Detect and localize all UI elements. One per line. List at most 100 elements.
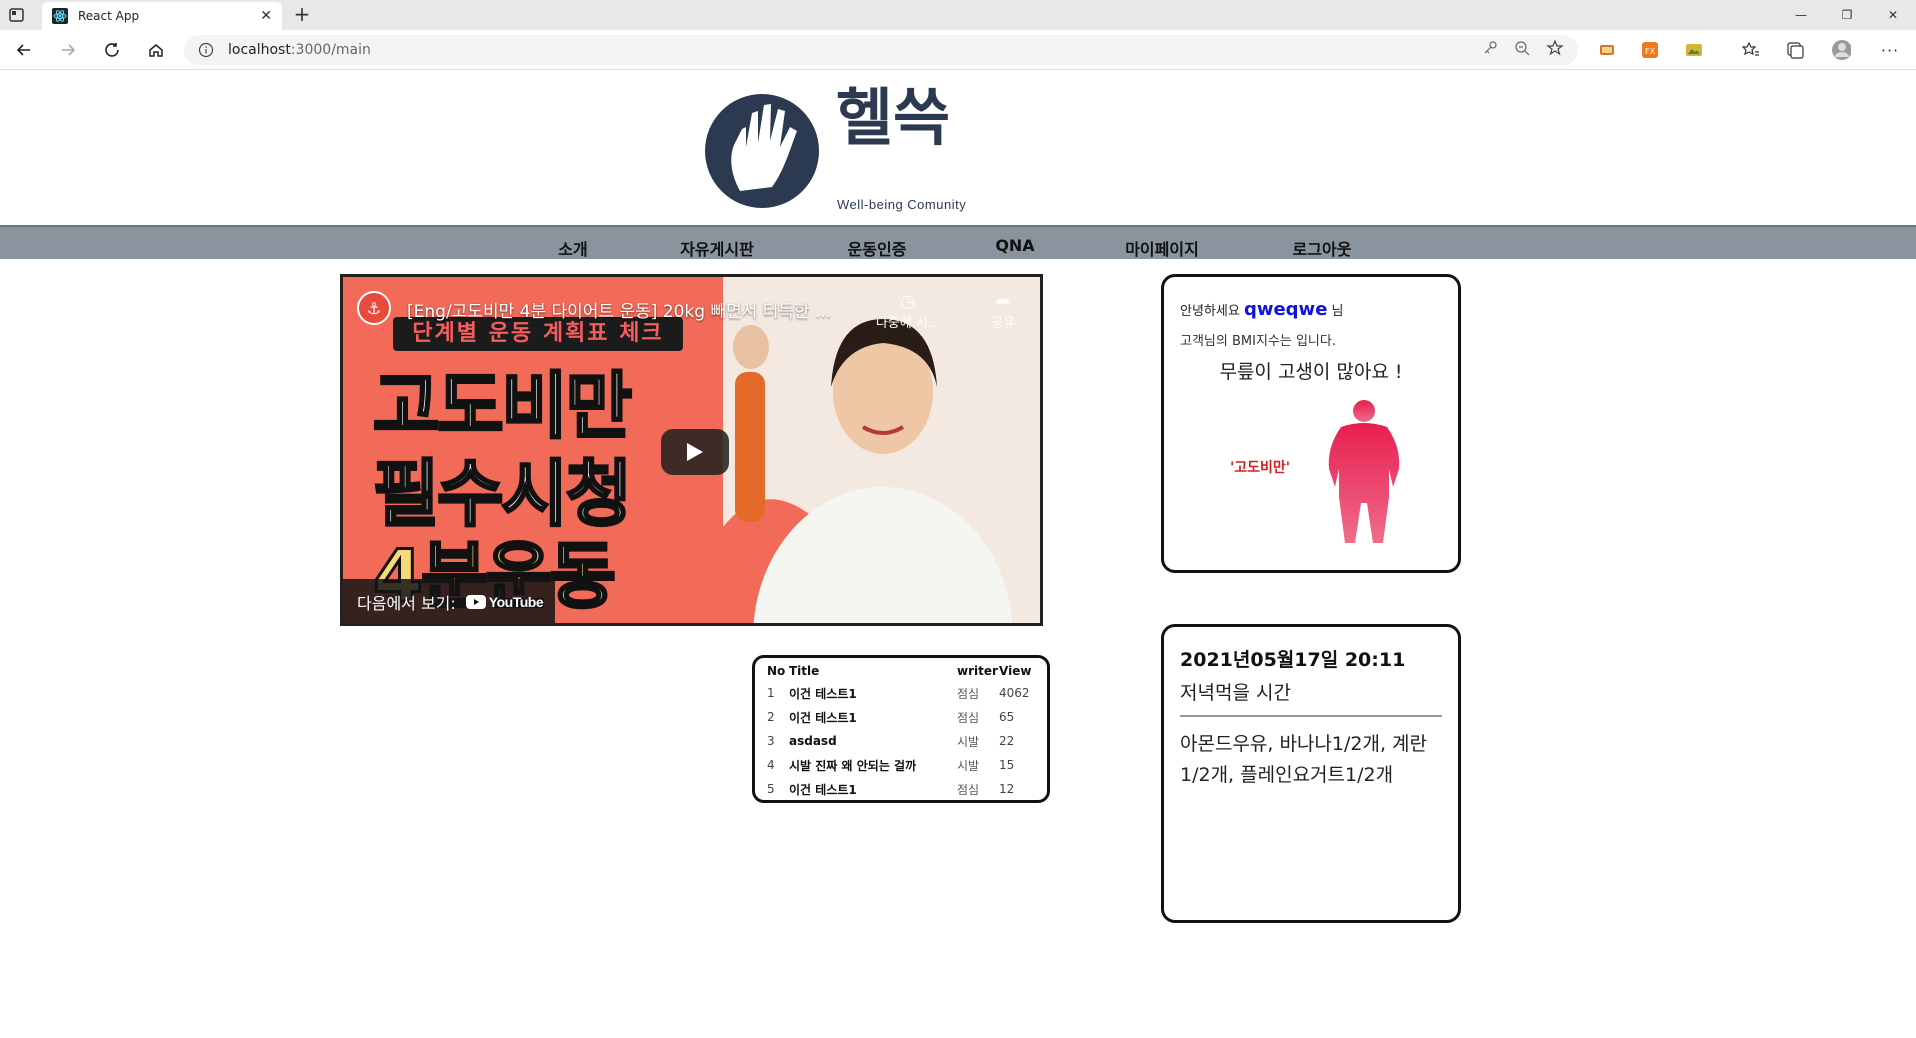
meal-subtitle: 저녁먹을 시간 <box>1180 678 1442 717</box>
nav-item-free-board[interactable]: 자유게시판 <box>680 236 754 260</box>
more-menu-icon[interactable]: ··· <box>1880 40 1900 60</box>
col-title: Title <box>789 664 820 678</box>
row-writer: 점심 <box>957 782 980 797</box>
table-row[interactable]: 2 이건 테스트1 점심 65 <box>767 705 1035 729</box>
tab-close-icon[interactable]: ✕ <box>260 8 272 24</box>
row-writer: 시발 <box>957 758 980 773</box>
image-ext-icon[interactable] <box>1684 40 1704 60</box>
watch-on-label: 다음에서 보기: <box>357 594 456 613</box>
react-favicon-icon <box>52 8 68 24</box>
table-row[interactable]: 5 이건 테스트1 점심 12 <box>767 777 1035 801</box>
video-banner: 단계별 운동 계획표 체크 <box>393 317 683 351</box>
bmi-text: 고객님의 BMI지수는 입니다. <box>1180 334 1336 349</box>
play-button[interactable] <box>661 429 729 475</box>
row-title[interactable]: 이건 테스트1 <box>789 777 957 801</box>
meal-items: 아몬드우유, 바나나1/2개, 계란1/2개, 플레인요거트1/2개 <box>1180 733 1428 786</box>
row-views: 15 <box>999 758 1015 772</box>
site-info-icon[interactable] <box>198 42 214 58</box>
zoom-icon[interactable] <box>1514 40 1530 60</box>
tab-actions-icon[interactable] <box>8 7 26 23</box>
svg-text:FX: FX <box>1645 47 1656 56</box>
watch-later-button[interactable]: ◷ 나중에 시... <box>873 291 943 331</box>
row-views: 12 <box>999 782 1015 796</box>
row-no: 3 <box>767 734 775 748</box>
row-title[interactable]: asdasd <box>789 729 957 753</box>
url-path: :3000/main <box>290 42 371 58</box>
watch-later-label: 나중에 시... <box>875 316 941 331</box>
watch-on-youtube[interactable]: 다음에서 보기: YouTube <box>343 579 555 623</box>
window-controls: — ❐ ✕ <box>1778 0 1916 30</box>
table-header: No Title writer View <box>767 662 1035 681</box>
share-button[interactable]: ➦ 공유 <box>983 291 1023 331</box>
browser-tab-bar: React App ✕ + — ❐ ✕ <box>0 0 1916 30</box>
url-field[interactable]: localhost:3000/main <box>184 35 1578 65</box>
nav-item-intro[interactable]: 소개 <box>558 236 587 260</box>
row-no: 1 <box>767 686 775 700</box>
row-writer: 점심 <box>957 686 980 701</box>
nav-item-qna[interactable]: QNA <box>995 236 1034 255</box>
address-bar: localhost:3000/main FX ··· <box>0 30 1916 70</box>
recent-posts-table: No Title writer View 1 이건 테스트1 점심 4062 2… <box>752 655 1050 803</box>
table-row[interactable]: 1 이건 테스트1 점심 4062 <box>767 681 1035 705</box>
url-host: localhost <box>228 42 291 58</box>
favorites-icon[interactable] <box>1741 40 1761 60</box>
minimize-icon[interactable]: — <box>1778 0 1824 30</box>
restore-icon[interactable]: ❐ <box>1824 0 1870 30</box>
close-window-icon[interactable]: ✕ <box>1870 0 1916 30</box>
col-no: No <box>767 664 786 678</box>
hand-logo-icon[interactable]: 헬쓱 <box>700 79 1000 209</box>
collections-icon[interactable] <box>1785 40 1805 60</box>
youtube-label: YouTube <box>488 594 544 610</box>
row-title[interactable]: 이건 테스트1 <box>789 705 957 729</box>
row-views: 4062 <box>999 686 1030 700</box>
greeting: 안녕하세요 qweqwe 님 <box>1180 299 1442 320</box>
row-no: 5 <box>767 782 775 796</box>
browser-tab[interactable]: React App ✕ <box>42 2 282 30</box>
meal-datetime: 2021년05월17일 20:11 <box>1180 649 1406 671</box>
channel-avatar-icon[interactable]: ⚓ <box>357 291 391 325</box>
brand-subtitle: Well-being Comunity <box>837 197 967 212</box>
share-icon: ➦ <box>995 291 1011 312</box>
row-writer: 시발 <box>957 734 980 749</box>
meal-card: 2021년05월17일 20:11 저녁먹을 시간 아몬드우유, 바나나1/2개… <box>1161 624 1461 923</box>
bmi-card: 안녕하세요 qweqwe 님 고객님의 BMI지수는 입니다. 무릎이 고생이 … <box>1161 274 1461 573</box>
play-icon <box>687 443 703 461</box>
share-label: 공유 <box>991 316 1015 331</box>
favorite-add-icon[interactable] <box>1546 39 1564 61</box>
fx-ext-icon[interactable]: FX <box>1640 40 1660 60</box>
video-title[interactable]: [Eng/고도비만 4분 다이어트 운동] 20kg 빼면서 터득한 ... <box>407 297 831 322</box>
col-views: View <box>999 664 1032 678</box>
key-icon[interactable] <box>1482 40 1498 60</box>
table-row[interactable]: 3 asdasd 시발 22 <box>767 729 1035 753</box>
table-row[interactable]: 4 시발 진짜 왜 안되는 걸까 시발 15 <box>767 753 1035 777</box>
site-header: 헬쓱 Well-being Comunity <box>0 71 1916 224</box>
row-no: 2 <box>767 710 775 724</box>
forward-icon[interactable] <box>56 38 80 62</box>
bmi-message: 무릎이 고생이 많아요 ! <box>1219 361 1403 383</box>
brand-name: 헬쓱 <box>836 81 950 154</box>
col-writer: writer <box>957 664 998 678</box>
row-no: 4 <box>767 758 775 772</box>
collections-ext-icon[interactable] <box>1597 40 1617 60</box>
nav-item-workout-proof[interactable]: 운동인증 <box>848 236 907 260</box>
profile-avatar-icon[interactable] <box>1831 40 1851 60</box>
tab-title: React App <box>78 9 140 23</box>
clock-icon: ◷ <box>900 291 916 312</box>
reload-icon[interactable] <box>100 38 124 62</box>
nav-item-mypage[interactable]: 마이페이지 <box>1125 236 1199 260</box>
row-title[interactable]: 시발 진짜 왜 안되는 걸까 <box>789 753 957 777</box>
row-title[interactable]: 이건 테스트1 <box>789 681 957 705</box>
greeting-prefix: 안녕하세요 <box>1180 304 1240 319</box>
back-icon[interactable] <box>12 38 36 62</box>
new-tab-icon[interactable]: + <box>292 4 312 25</box>
main-nav: 소개 자유게시판 운동인증 QNA 마이페이지 로그아웃 <box>0 225 1916 259</box>
home-icon[interactable] <box>144 38 168 62</box>
row-views: 65 <box>999 710 1015 724</box>
youtube-logo-icon: YouTube <box>465 594 544 610</box>
youtube-embed[interactable]: 단계별 운동 계획표 체크 고도비만 필수시청 4분운동 ⚓ [Eng/고도비만… <box>340 274 1043 626</box>
body-figure-icon <box>1328 400 1400 543</box>
row-views: 22 <box>999 734 1015 748</box>
nav-item-logout[interactable]: 로그아웃 <box>1293 236 1352 260</box>
bmi-category: '고도비만' <box>1230 460 1291 476</box>
greeting-suffix: 님 <box>1331 304 1344 319</box>
